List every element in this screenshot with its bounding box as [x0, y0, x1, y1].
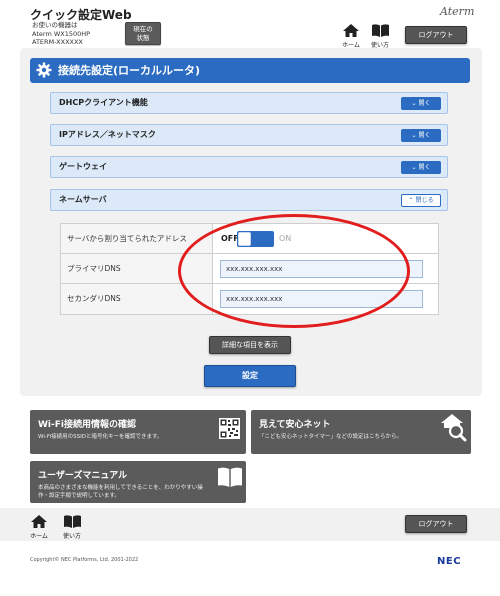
accordion-ip-netmask[interactable]: IPアドレス／ネットマスク ⌄ 開く — [50, 124, 448, 146]
expand-button[interactable]: ⌄ 開く — [401, 97, 441, 110]
expand-button-label: 開く — [418, 164, 431, 171]
auto-address-label: サーバから割り当てられたアドレス — [61, 224, 213, 253]
logout-button[interactable]: ログアウト — [405, 26, 467, 44]
section-title: 接続先設定(ローカルルータ) — [58, 64, 201, 77]
show-details-button[interactable]: 詳細な項目を表示 — [209, 336, 291, 354]
accordion-label: ネームサーバ — [59, 195, 107, 204]
accordion-label: ゲートウェイ — [59, 162, 107, 171]
manual-card-desc-line: 作・設定手順で説明しています。 — [38, 493, 120, 499]
expand-button-label: 開く — [418, 132, 431, 139]
safety-card-desc: 「こども安心ネットタイマー」などの設定はこちらから。 — [259, 434, 403, 440]
collapse-button[interactable]: ⌃ 閉じる — [401, 194, 441, 207]
device-info: お使いの機器は Aterm WX1500HP ATERM-XXXXXX — [32, 21, 90, 47]
apply-button[interactable]: 設定 — [204, 365, 296, 387]
expand-button-label: 開く — [418, 100, 431, 107]
footer-home-label: ホーム — [30, 533, 48, 540]
toggle-knob — [238, 232, 251, 246]
footer-help-nav[interactable]: 使い方 — [60, 515, 84, 540]
help-nav[interactable]: 使い方 — [368, 24, 392, 49]
primary-dns-row: プライマリDNS xxx.xxx.xxx.xxx — [61, 254, 438, 284]
secondary-dns-input[interactable]: xxx.xxx.xxx.xxx — [220, 290, 423, 308]
safety-net-card[interactable]: 見えて安心ネット 「こども安心ネットタイマー」などの設定はこちらから。 — [251, 410, 471, 454]
device-model: Aterm WX1500HP — [32, 29, 91, 38]
secondary-dns-label: セカンダリDNS — [61, 284, 213, 314]
accordion-name-server[interactable]: ネームサーバ ⌃ 閉じる — [50, 189, 448, 211]
section-header: 接続先設定(ローカルルータ) — [30, 58, 470, 83]
wifi-card-desc: Wi-Fi接続用のSSIDと暗号化キーを確認できます。 — [38, 434, 163, 440]
device-id: ATERM-XXXXXX — [32, 38, 83, 46]
wifi-info-card[interactable]: Wi-Fi接続用情報の確認 Wi-Fi接続用のSSIDと暗号化キーを確認できます… — [30, 410, 246, 454]
safety-card-title: 見えて安心ネット — [259, 420, 331, 430]
current-status-button[interactable]: 現在の 状態 — [125, 22, 161, 45]
accordion-label: DHCPクライアント機能 — [59, 98, 148, 107]
manual-card-title: ユーザーズマニュアル — [38, 471, 128, 481]
copyright: Copyright© NEC Platforms, Ltd. 2001-2022 — [30, 557, 139, 563]
chevron-up-icon: ⌃ — [408, 197, 414, 204]
wifi-card-title: Wi-Fi接続用情報の確認 — [38, 420, 136, 430]
aterm-logo: Aterm — [440, 5, 475, 18]
manual-card-desc-line: 本商品のさまざまな機能を利用してできることを、わかりやすい操 — [38, 485, 203, 491]
user-manual-card[interactable]: ユーザーズマニュアル 本商品のさまざまな機能を利用してできることを、わかりやすい… — [30, 461, 246, 503]
device-info-line: お使いの機器は — [32, 21, 78, 29]
book-icon — [218, 467, 242, 487]
home-icon — [343, 24, 359, 37]
expand-button[interactable]: ⌄ 開く — [401, 129, 441, 142]
accordion-label: IPアドレス／ネットマスク — [59, 130, 156, 139]
accordion-dhcp[interactable]: DHCPクライアント機能 ⌄ 開く — [50, 92, 448, 114]
manual-card-desc: 本商品のさまざまな機能を利用してできることを、わかりやすい操 作・設定手順で説明… — [38, 484, 203, 500]
footer-home-nav[interactable]: ホーム — [27, 515, 51, 540]
secondary-dns-row: セカンダリDNS xxx.xxx.xxx.xxx — [61, 284, 438, 314]
chevron-down-icon: ⌄ — [411, 100, 417, 107]
book-icon — [371, 24, 389, 37]
primary-dns-input[interactable]: xxx.xxx.xxx.xxx — [220, 260, 423, 278]
toggle-on-label: ON — [279, 234, 292, 243]
collapse-button-label: 閉じる — [415, 197, 434, 204]
footer-bar: ホーム 使い方 ログアウト — [0, 508, 500, 541]
home-nav[interactable]: ホーム — [339, 24, 363, 49]
book-icon — [63, 515, 81, 528]
auto-address-row: サーバから割り当てられたアドレス OFF ON — [61, 224, 438, 254]
accordion-gateway[interactable]: ゲートウェイ ⌄ 開く — [50, 156, 448, 178]
status-button-line2: 状態 — [136, 34, 150, 42]
status-button-line1: 現在の — [133, 25, 153, 33]
chevron-down-icon: ⌄ — [411, 132, 417, 139]
gear-icon — [36, 62, 52, 78]
nec-logo: NEC — [437, 556, 462, 567]
chevron-down-icon: ⌄ — [411, 164, 417, 171]
footer-logout-button[interactable]: ログアウト — [405, 515, 467, 533]
house-search-icon — [441, 414, 467, 442]
home-icon — [31, 515, 47, 528]
primary-dns-label: プライマリDNS — [61, 254, 213, 283]
name-server-table: サーバから割り当てられたアドレス OFF ON プライマリDNS xxx.xxx… — [60, 223, 439, 315]
expand-button[interactable]: ⌄ 開く — [401, 161, 441, 174]
qr-code-icon — [219, 418, 240, 439]
auto-address-toggle[interactable] — [237, 231, 274, 247]
footer-help-label: 使い方 — [62, 533, 81, 540]
